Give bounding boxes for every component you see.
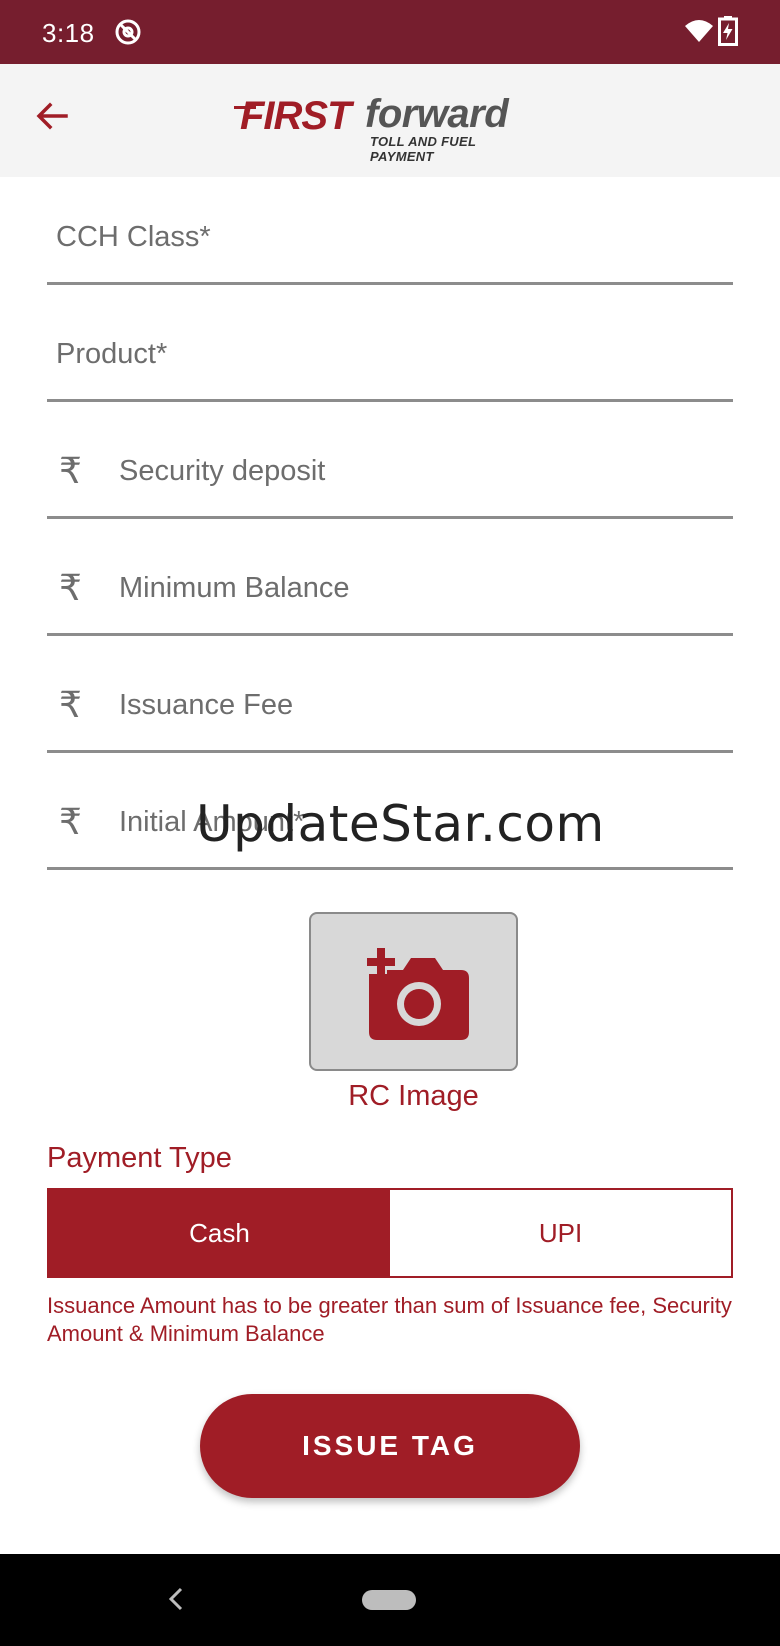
cch-class-label: CCH Class* bbox=[56, 221, 211, 253]
security-deposit-label: Security deposit bbox=[119, 455, 326, 487]
rupee-icon: ₹ bbox=[59, 568, 82, 609]
watermark: UpdateStar.com bbox=[196, 795, 605, 853]
arrow-left-icon[interactable] bbox=[30, 94, 74, 138]
logo-first-text: FIRST bbox=[240, 94, 352, 138]
logo-forward-text: forward bbox=[365, 92, 509, 136]
issuance-fee-field[interactable]: ₹ Issuance Fee bbox=[47, 636, 733, 753]
issue-tag-button[interactable]: ISSUE TAG bbox=[200, 1394, 580, 1498]
rc-image-label: RC Image bbox=[348, 1080, 479, 1112]
nav-back-icon[interactable] bbox=[164, 1584, 188, 1614]
cch-class-field[interactable]: CCH Class* bbox=[47, 168, 733, 285]
security-deposit-field[interactable]: ₹ Security deposit bbox=[47, 402, 733, 519]
product-label: Product* bbox=[56, 338, 168, 370]
rupee-icon: ₹ bbox=[59, 802, 82, 843]
payment-option-cash[interactable]: Cash bbox=[49, 1190, 390, 1276]
battery-charging-icon bbox=[718, 16, 738, 46]
issuance-fee-label: Issuance Fee bbox=[119, 689, 294, 721]
rupee-icon: ₹ bbox=[59, 685, 82, 726]
minimum-balance-field[interactable]: ₹ Minimum Balance bbox=[47, 519, 733, 636]
rupee-icon: ₹ bbox=[59, 451, 82, 492]
status-bar: 3:18 bbox=[0, 0, 780, 64]
validation-error-message: Issuance Amount has to be greater than s… bbox=[47, 1293, 732, 1346]
add-photo-camera-icon bbox=[367, 948, 469, 1040]
rc-image-button[interactable] bbox=[309, 912, 518, 1071]
app-logo: FIRST forward TOLL AND FUEL PAYMENT bbox=[234, 92, 540, 164]
payment-type-toggle: Cash UPI bbox=[47, 1188, 733, 1278]
minimum-balance-label: Minimum Balance bbox=[119, 572, 350, 604]
logo-tagline: TOLL AND FUEL PAYMENT bbox=[370, 134, 476, 164]
payment-type-title: Payment Type bbox=[47, 1142, 232, 1174]
product-field[interactable]: Product* bbox=[47, 285, 733, 402]
nav-home-pill[interactable] bbox=[362, 1590, 416, 1610]
payment-option-upi[interactable]: UPI bbox=[390, 1190, 731, 1276]
at-sign-icon bbox=[115, 19, 141, 45]
wifi-icon bbox=[685, 20, 713, 42]
status-time: 3:18 bbox=[42, 18, 95, 48]
system-nav-bar bbox=[0, 1554, 780, 1646]
app-bar: FIRST forward TOLL AND FUEL PAYMENT bbox=[0, 64, 780, 177]
